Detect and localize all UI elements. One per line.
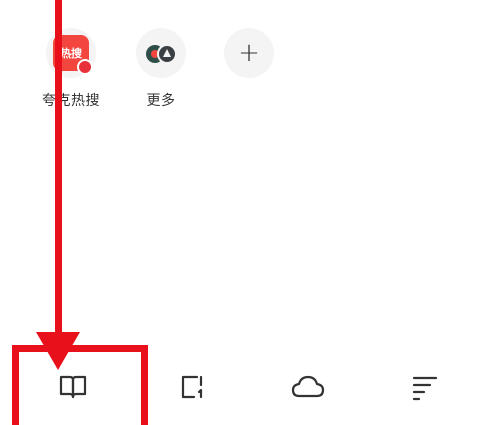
pages-icon	[181, 375, 203, 399]
more-apps-icon	[136, 28, 186, 78]
browser-home-screen: 热搜 夸克热搜 更多 +	[0, 0, 500, 425]
annotation-highlight-box	[12, 345, 148, 425]
cloud-icon	[291, 375, 325, 398]
menu-icon	[412, 376, 438, 401]
tab-menu[interactable]	[405, 367, 445, 407]
more-shortcut[interactable]: 更多	[126, 28, 196, 110]
hot-search-icon-wrap: 热搜	[46, 28, 96, 78]
add-shortcut-button[interactable]: +	[214, 28, 284, 78]
annotation-arrow-line	[55, 0, 62, 340]
more-label: 更多	[146, 93, 176, 109]
hot-search-shortcut[interactable]: 热搜 夸克热搜	[36, 28, 106, 110]
plus-glyph: +	[238, 38, 260, 68]
hot-search-badge-text: 热搜	[60, 47, 82, 60]
tab-pages[interactable]	[172, 367, 212, 407]
tab-cloud[interactable]	[288, 367, 328, 407]
hot-search-label: 夸克热搜	[42, 93, 100, 109]
plus-icon: +	[224, 28, 274, 78]
